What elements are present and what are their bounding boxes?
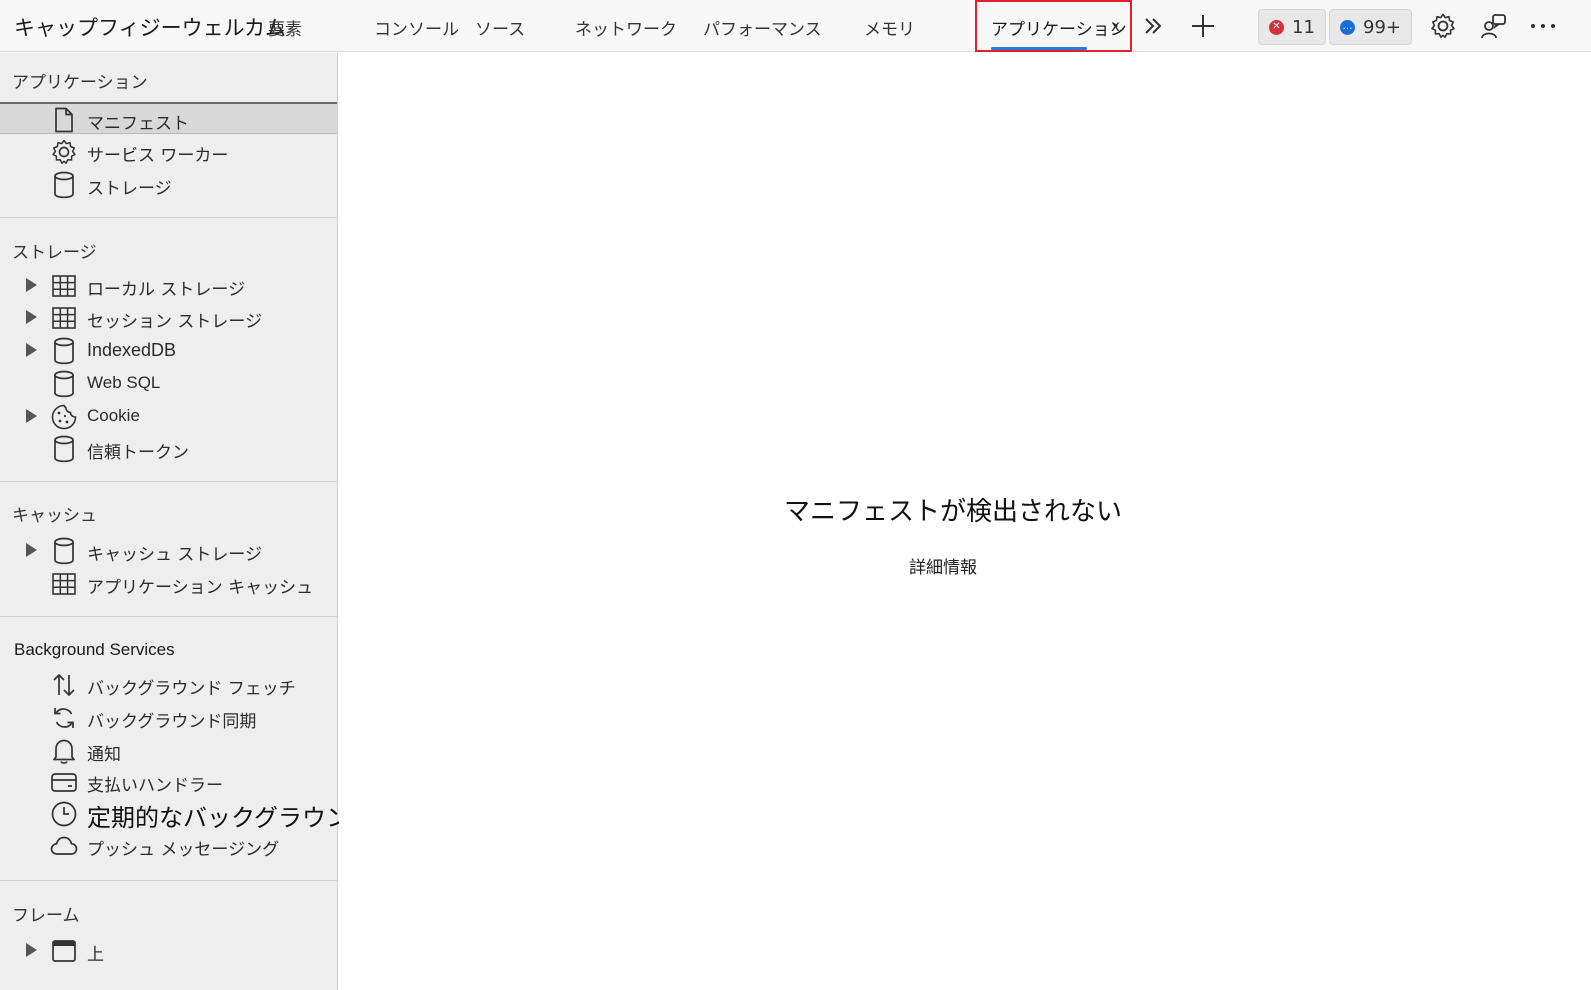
sidebar-item-web-sql[interactable]: Web SQL	[0, 368, 337, 400]
learn-more-link[interactable]: 詳細情報	[339, 553, 1547, 578]
expand-arrow-icon[interactable]	[26, 278, 37, 292]
sidebar-item-frame-top[interactable]: 上	[0, 935, 337, 967]
database-icon	[50, 171, 78, 199]
grid-icon	[50, 570, 78, 598]
bell-icon	[50, 737, 78, 765]
sidebar-item-label: 通知	[87, 745, 121, 765]
database-icon	[50, 370, 78, 398]
sidebar-item-payment-handler[interactable]: 支払いハンドラー	[0, 766, 337, 798]
sidebar-item-indexeddb[interactable]: IndexedDB	[0, 335, 337, 367]
tab-application-label: アプリケーション	[991, 20, 1127, 40]
up-down-arrows-icon	[50, 671, 78, 699]
database-icon	[50, 337, 78, 365]
sidebar-item-label: ローカル ストレージ	[87, 280, 246, 300]
message-icon: …	[1340, 19, 1355, 35]
section-title-frames: フレーム	[12, 906, 80, 926]
section-title-cache: キャッシュ	[12, 506, 97, 526]
section-divider	[0, 481, 337, 482]
empty-state-title: マニフェストが検出されない	[783, 497, 1122, 527]
sidebar-item-cache-storage[interactable]: キャッシュ ストレージ	[0, 535, 337, 567]
sidebar-item-cookies[interactable]: Cookie	[0, 401, 337, 433]
sidebar-item-local-storage[interactable]: ローカル ストレージ	[0, 270, 337, 302]
sidebar-item-notifications[interactable]: 通知	[0, 735, 337, 767]
gear-icon	[50, 138, 78, 166]
active-tab-indicator	[991, 47, 1087, 50]
app-title: キャップフィジーウェルカム	[14, 16, 286, 40]
sidebar-item-background-fetch[interactable]: バックグラウンド フェッチ	[0, 669, 337, 701]
sidebar-item-periodic-background-sync[interactable]: 定期的なバックグラウンド同期	[0, 798, 422, 832]
sidebar-item-label: セッション ストレージ	[87, 312, 263, 332]
sidebar-item-label: 支払いハンドラー	[87, 776, 223, 796]
expand-arrow-icon[interactable]	[26, 943, 37, 957]
sidebar-item-storage[interactable]: ストレージ	[0, 169, 337, 201]
expand-arrow-icon[interactable]	[26, 409, 37, 423]
clock-icon	[50, 800, 78, 828]
sidebar-item-label: アプリケーション キャッシュ	[87, 578, 314, 598]
expand-arrow-icon[interactable]	[26, 543, 37, 557]
sidebar-item-service-workers[interactable]: サービス ワーカー	[0, 136, 337, 168]
sidebar-item-label: プッシュ メッセージング	[87, 840, 280, 860]
settings-gear-icon[interactable]	[1426, 9, 1460, 43]
window-icon	[50, 937, 78, 965]
sidebar-item-label: IndexedDB	[87, 340, 177, 360]
tab-application[interactable]: アプリケーション x	[975, 0, 1132, 52]
sidebar-item-label: ストレージ	[87, 179, 172, 199]
section-divider	[0, 880, 337, 881]
sidebar-item-push-messaging[interactable]: プッシュ メッセージング	[0, 830, 337, 862]
cloud-icon	[50, 832, 78, 860]
card-icon	[50, 768, 78, 796]
sidebar-item-background-sync[interactable]: バックグラウンド同期	[0, 702, 337, 734]
database-icon	[50, 537, 78, 565]
messages-count: 99+	[1363, 16, 1401, 38]
sidebar-item-label: 上	[87, 945, 104, 965]
main-panel: マニフェストが検出されない 詳細情報	[339, 53, 1591, 990]
sidebar-item-session-storage[interactable]: セッション ストレージ	[0, 302, 337, 334]
errors-badge[interactable]: ✕ 11	[1258, 9, 1326, 45]
sidebar-item-trust-tokens[interactable]: 信頼トークン	[0, 433, 337, 465]
section-title-storage: ストレージ	[12, 243, 97, 263]
sidebar-item-label: バックグラウンド フェッチ	[87, 679, 296, 699]
error-icon: ✕	[1269, 19, 1284, 35]
messages-badge[interactable]: … 99+	[1329, 9, 1412, 45]
sidebar: アプリケーション マニフェスト サービス ワーカー ストレージ ストレージ ロー…	[0, 53, 422, 990]
add-tab-icon[interactable]	[1186, 9, 1220, 43]
feedback-icon[interactable]	[1477, 9, 1511, 43]
more-tabs-icon[interactable]	[1136, 9, 1170, 43]
sidebar-item-label: Cookie	[87, 406, 140, 425]
tab-close-button[interactable]: x	[1111, 17, 1120, 35]
tab-performance[interactable]: パフォーマンス	[703, 15, 822, 40]
tab-console[interactable]: コンソール	[374, 15, 459, 40]
database-icon	[50, 435, 78, 463]
sidebar-item-application-cache[interactable]: アプリケーション キャッシュ	[0, 568, 337, 600]
document-icon	[50, 106, 78, 134]
sidebar-item-label: 信頼トークン	[87, 443, 189, 463]
sync-icon	[50, 704, 78, 732]
errors-count: 11	[1292, 16, 1315, 38]
expand-arrow-icon[interactable]	[26, 310, 37, 324]
toolbar: キャップフィジーウェルカム 要素 コンソール ソース ネットワーク パフォーマン…	[0, 0, 1591, 52]
cookie-icon	[50, 403, 78, 431]
tab-elements[interactable]: 要素	[268, 15, 302, 40]
grid-icon	[50, 272, 78, 300]
tab-network[interactable]: ネットワーク	[575, 15, 677, 40]
sidebar-item-label: マニフェスト	[87, 114, 189, 134]
sidebar-item-label: サービス ワーカー	[87, 146, 229, 166]
sidebar-item-label: Web SQL	[87, 373, 161, 392]
tab-memory[interactable]: メモリ	[864, 15, 915, 40]
sidebar-item-manifest[interactable]: マニフェスト	[0, 102, 337, 134]
section-divider	[0, 616, 337, 617]
more-options-icon[interactable]	[1526, 9, 1560, 43]
sidebar-item-label: キャッシュ ストレージ	[87, 545, 263, 565]
grid-icon	[50, 304, 78, 332]
section-title-background-services: Background Services	[14, 640, 175, 659]
section-divider	[0, 217, 337, 218]
section-title-application: アプリケーション	[12, 73, 148, 93]
sidebar-item-label: バックグラウンド同期	[87, 712, 257, 732]
tab-sources[interactable]: ソース	[475, 15, 525, 40]
expand-arrow-icon[interactable]	[26, 343, 37, 357]
